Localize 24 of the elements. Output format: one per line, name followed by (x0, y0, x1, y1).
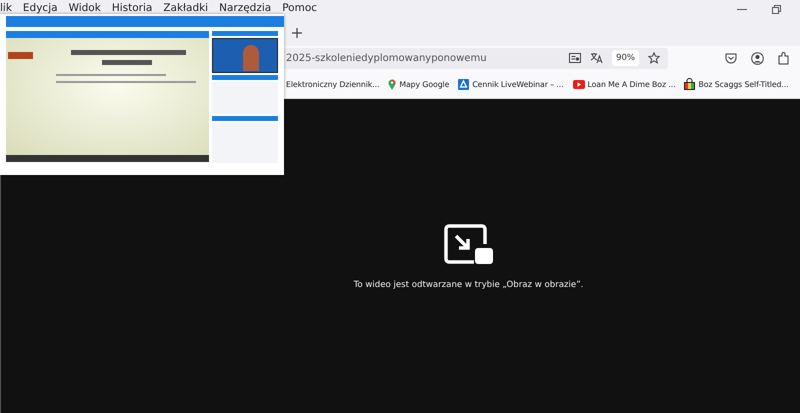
pocket-icon[interactable] (725, 52, 737, 64)
video-notice: To wideo jest odtwarzane w trybie „Obraz w obrazie”. (354, 280, 584, 290)
address-bar[interactable]: 2025-szkoleniedyplomowanyponowemu 90% (283, 48, 668, 68)
webinar-logo-icon (458, 78, 470, 90)
account-icon[interactable] (751, 52, 764, 64)
menu-item[interactable]: Zakładki (163, 2, 208, 14)
menu-item[interactable]: lik (0, 2, 12, 14)
restore-icon[interactable] (772, 5, 781, 14)
translate-icon[interactable] (590, 52, 604, 64)
star-icon[interactable] (648, 52, 660, 64)
map-pin-icon (388, 78, 396, 90)
menu-item[interactable]: Pomoc (282, 2, 318, 14)
menu-item[interactable]: Narzędzia (219, 2, 272, 14)
reader-view-icon[interactable] (569, 52, 582, 64)
minimize-icon[interactable] (737, 8, 747, 10)
extensions-icon[interactable] (778, 52, 790, 64)
zoom-level-button[interactable]: 90% (612, 50, 639, 66)
picture-in-picture-icon (444, 224, 494, 266)
menu-item[interactable]: Historia (112, 2, 152, 14)
menu-item[interactable]: Edycja (22, 2, 58, 14)
play-icon (572, 80, 584, 88)
new-tab-icon[interactable] (292, 28, 302, 38)
menu-item[interactable]: Widok (68, 2, 101, 14)
shopping-bag-icon (684, 78, 696, 90)
